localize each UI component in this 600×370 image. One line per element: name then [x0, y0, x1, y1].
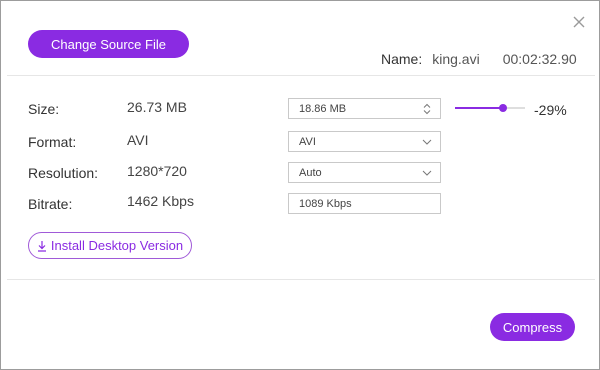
file-info: Name: king.avi 00:02:32.90: [381, 50, 577, 68]
resolution-label: Resolution:: [28, 165, 99, 181]
chevron-down-icon: [422, 168, 432, 178]
resolution-select[interactable]: Auto: [288, 162, 441, 183]
install-desktop-label: Install Desktop Version: [50, 238, 184, 253]
bottom-divider: [7, 279, 595, 280]
format-select-value: AVI: [299, 135, 316, 148]
top-divider: [7, 75, 595, 76]
size-slider-fill: [455, 107, 503, 109]
size-stepper[interactable]: 18.86 MB: [288, 98, 441, 119]
chevron-down-icon: [422, 137, 432, 147]
compress-dialog: Change Source File Name: king.avi 00:02:…: [0, 0, 600, 370]
bitrate-label: Bitrate:: [28, 196, 73, 212]
format-select[interactable]: AVI: [288, 131, 441, 152]
compress-button[interactable]: Compress: [490, 313, 575, 341]
size-value: 26.73 MB: [127, 99, 187, 115]
duration: 00:02:32.90: [502, 51, 577, 67]
updown-stepper-icon[interactable]: [422, 103, 432, 114]
download-icon: [37, 240, 47, 252]
filename: king.avi: [432, 51, 480, 67]
resolution-value: 1280*720: [127, 163, 187, 179]
name-label: Name:: [381, 51, 423, 67]
resolution-select-value: Auto: [299, 166, 322, 179]
size-percent: -29%: [534, 102, 567, 118]
change-source-file-button[interactable]: Change Source File: [28, 30, 189, 58]
size-label: Size:: [28, 101, 60, 117]
bitrate-value: 1462 Kbps: [127, 193, 194, 209]
bitrate-input[interactable]: 1089 Kbps: [288, 193, 441, 214]
size-stepper-value: 18.86 MB: [299, 102, 347, 115]
size-slider[interactable]: [455, 104, 525, 112]
close-icon[interactable]: [570, 13, 588, 31]
install-desktop-button[interactable]: Install Desktop Version: [28, 232, 192, 259]
size-slider-thumb[interactable]: [498, 104, 507, 112]
bitrate-input-value: 1089 Kbps: [299, 197, 352, 210]
format-label: Format:: [28, 134, 77, 150]
format-value: AVI: [127, 132, 149, 148]
